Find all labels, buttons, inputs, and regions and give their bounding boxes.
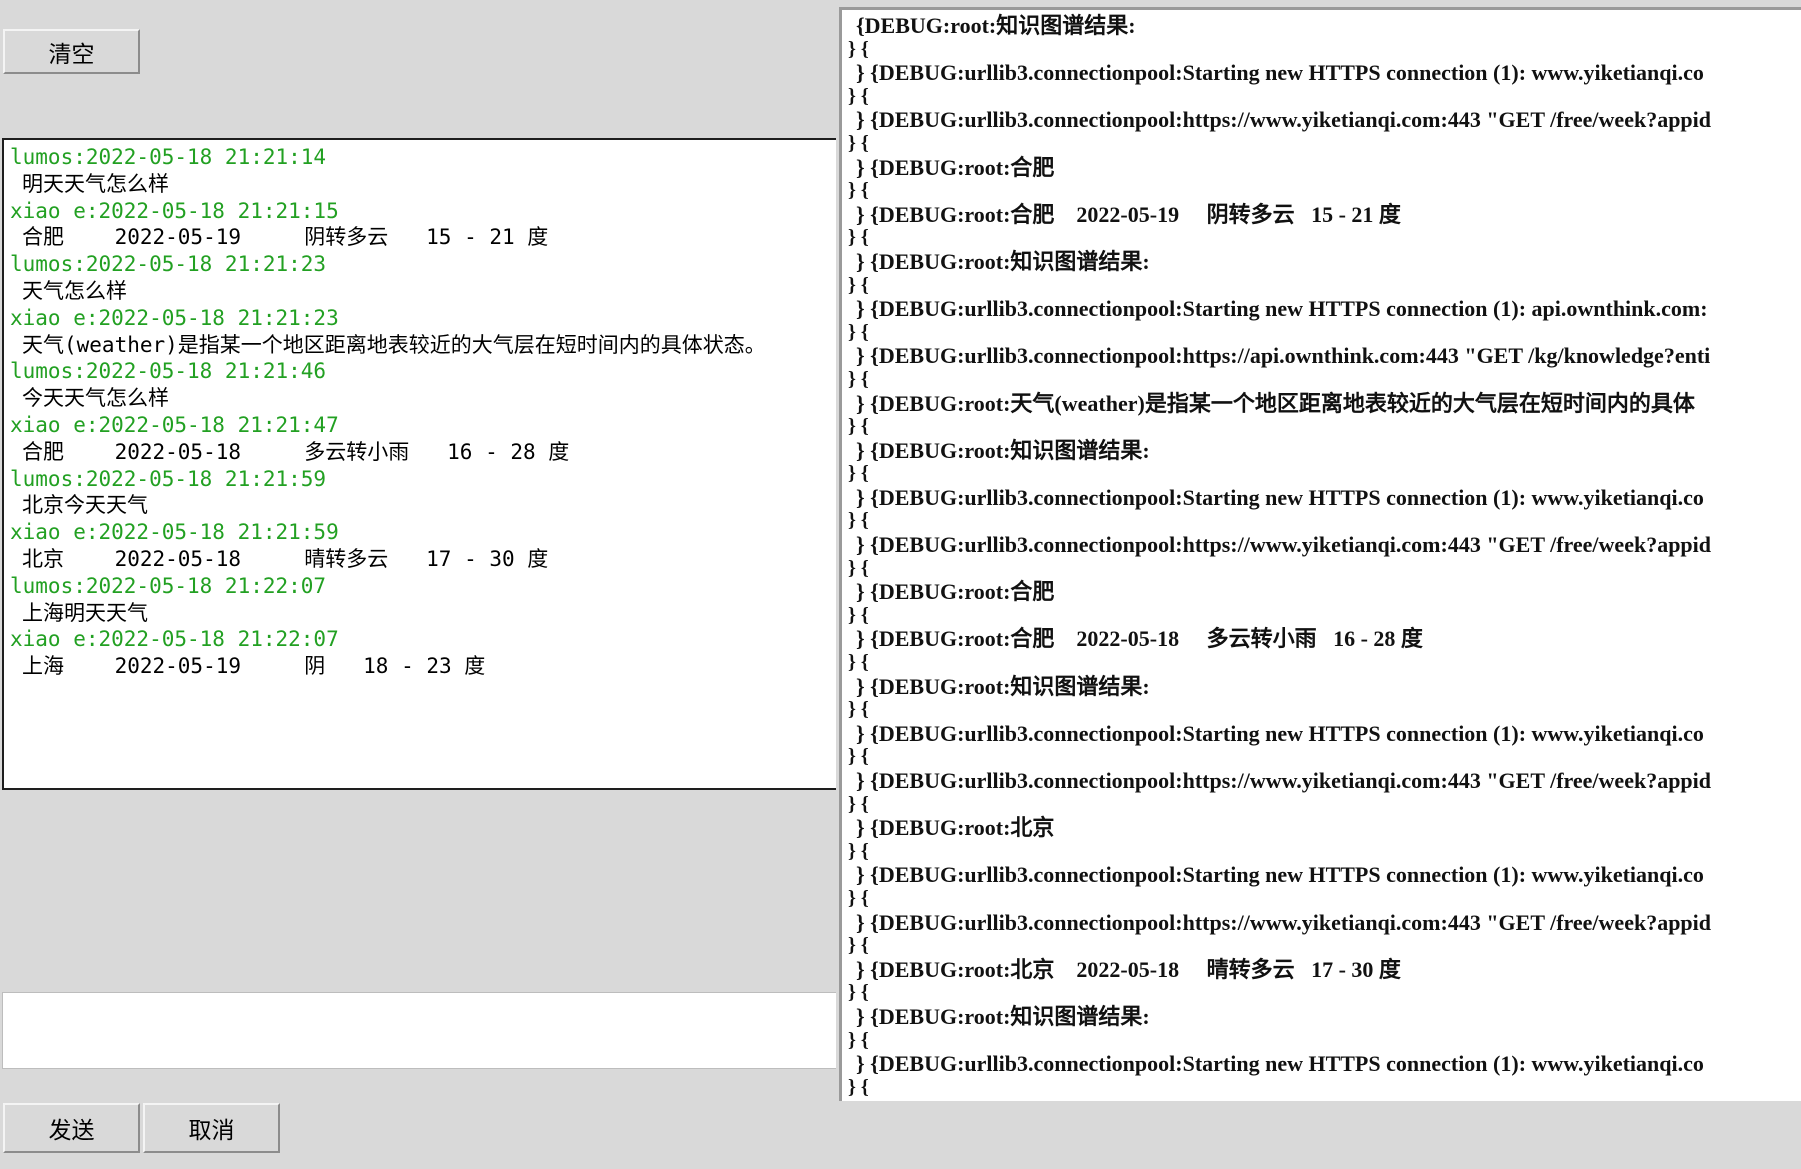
log-separator: } {: [848, 556, 869, 579]
log-line: } {DEBUG:root:合肥: [856, 154, 1055, 180]
log-separator: } {: [848, 839, 869, 862]
log-separator: } {: [848, 179, 869, 202]
chat-history[interactable]: lumos:2022-05-18 21:21:14 明天天气怎么样 xiao e:2…: [2, 138, 836, 790]
log-separator: } {: [848, 1028, 869, 1051]
log-separator: } {: [848, 1075, 869, 1098]
chat-message-body: 明天天气怎么样: [22, 171, 169, 196]
chat-message-header: lumos:2022-05-18 21:21:46: [10, 359, 327, 384]
log-line: } {DEBUG:urllib3.connectionpool:Starting…: [856, 296, 1708, 322]
chat-message-body: 北京 2022-05-18 晴转多云 17 - 30 度: [22, 546, 549, 571]
log-separator: } {: [848, 84, 869, 107]
chat-message-header: xiao e:2022-05-18 21:21:15: [10, 198, 339, 223]
log-separator: } {: [848, 886, 869, 909]
cancel-button[interactable]: 取消: [143, 1103, 280, 1153]
chat-message: xiao e:2022-05-18 21:21:23 天气(weather)是指某…: [10, 305, 836, 359]
log-line: } {DEBUG:urllib3.connectionpool:https://…: [856, 768, 1712, 793]
chat-message-header: lumos:2022-05-18 21:21:59: [10, 466, 327, 491]
log-line: } {DEBUG:root:知识图谱结果:: [856, 673, 1150, 699]
log-separator: } {: [848, 367, 869, 390]
log-line: } {DEBUG:root:北京 2022-05-18 晴转多云 17 - 30…: [856, 956, 1401, 982]
chat-message: lumos:2022-05-18 21:21:59 北京今天天气: [10, 466, 836, 520]
chat-message-header: xiao e:2022-05-18 21:22:07: [10, 627, 339, 652]
log-separator: } {: [848, 320, 869, 343]
chat-message: xiao e:2022-05-18 21:21:47 合肥 2022-05-18 …: [10, 412, 836, 466]
chat-message-body: 上海明天天气: [22, 600, 148, 625]
log-line: } {DEBUG:urllib3.connectionpool:Starting…: [856, 862, 1704, 888]
chat-message: xiao e:2022-05-18 21:21:59 北京 2022-05-18 …: [10, 519, 836, 573]
log-line: } {DEBUG:urllib3.connectionpool:https://…: [856, 532, 1712, 558]
chat-message-body: 天气怎么样: [22, 278, 127, 303]
log-separator: } {: [848, 603, 869, 626]
log-line: } {DEBUG:urllib3.connectionpool:https://…: [856, 343, 1711, 369]
chat-message: xiao e:2022-05-18 21:21:15 合肥 2022-05-19 …: [10, 198, 836, 252]
send-button[interactable]: 发送: [3, 1103, 140, 1153]
chat-message-header: xiao e:2022-05-18 21:21:59: [10, 520, 339, 545]
log-separator: } {: [848, 131, 869, 154]
log-separator: } {: [848, 509, 869, 532]
log-line: } {DEBUG:root:知识图谱结果:: [856, 437, 1150, 463]
log-line: } {DEBUG:root:合肥 2022-05-19 阴转多云 15 - 21…: [856, 201, 1401, 227]
debug-log-console[interactable]: {DEBUG:root:知识图谱结果:} {} {DEBUG:urllib3.c…: [839, 7, 1801, 1101]
log-separator: } {: [848, 698, 869, 721]
chat-message-body: 上海 2022-05-19 阴 18 - 23 度: [22, 654, 486, 679]
log-separator: } {: [848, 37, 869, 60]
log-line: } {DEBUG:urllib3.connectionpool:Starting…: [856, 1051, 1704, 1077]
chat-message-list: lumos:2022-05-18 21:21:14 明天天气怎么样 xiao e:2…: [10, 144, 836, 680]
log-separator: } {: [848, 226, 869, 249]
clear-button[interactable]: 清空: [3, 29, 140, 74]
log-line: } {DEBUG:urllib3.connectionpool:https://…: [856, 107, 1712, 133]
chat-message: lumos:2022-05-18 21:21:23 天气怎么样: [10, 251, 836, 305]
log-line: } {DEBUG:root:合肥 2022-05-18 多云转小雨 16 - 2…: [856, 626, 1423, 652]
chat-message-body: 北京今天天气: [22, 493, 148, 518]
log-line: } {DEBUG:root:合肥: [856, 579, 1055, 605]
chat-message: xiao e:2022-05-18 21:22:07 上海 2022-05-19 …: [10, 626, 836, 680]
chat-message-header: xiao e:2022-05-18 21:21:23: [10, 305, 339, 330]
log-separator: } {: [848, 934, 869, 957]
log-separator: } {: [848, 415, 869, 438]
chat-message-body: 合肥 2022-05-18 多云转小雨 16 - 28 度: [22, 439, 570, 464]
log-line: } {DEBUG:urllib3.connectionpool:Starting…: [856, 720, 1704, 746]
chat-message-body: 合肥 2022-05-19 阴转多云 15 - 21 度: [22, 225, 549, 250]
chat-message-body: 天气(weather)是指某一个地区距离地表较近的大气层在短时间内的具体状态。: [22, 332, 766, 357]
chat-message: lumos:2022-05-18 21:21:46 今天天气怎么样: [10, 358, 836, 412]
log-line: } {DEBUG:root:知识图谱结果:: [856, 248, 1150, 274]
chat-message: lumos:2022-05-18 21:21:14 明天天气怎么样: [10, 144, 836, 198]
log-line: {DEBUG:root:知识图谱结果:: [856, 13, 1136, 38]
log-separator: } {: [848, 981, 869, 1004]
log-separator: } {: [848, 462, 869, 485]
log-separator: } {: [848, 792, 869, 815]
debug-log-list: {DEBUG:root:知识图谱结果:} {} {DEBUG:urllib3.c…: [842, 10, 1801, 1099]
message-input[interactable]: [2, 992, 836, 1069]
log-line: } {DEBUG:urllib3.connectionpool:https://…: [856, 909, 1712, 935]
log-line: } {DEBUG:root:北京: [856, 815, 1055, 841]
log-line: } {DEBUG:root:知识图谱结果:: [856, 1003, 1150, 1029]
log-separator: } {: [848, 651, 869, 674]
chat-message-header: lumos:2022-05-18 21:21:14: [10, 145, 327, 169]
chat-message: lumos:2022-05-18 21:22:07 上海明天天气: [10, 573, 836, 627]
log-line: } {DEBUG:urllib3.connectionpool:Starting…: [856, 484, 1704, 510]
log-separator: } {: [848, 745, 869, 768]
chat-message-header: lumos:2022-05-18 21:22:07: [10, 573, 327, 598]
chat-message-header: xiao e:2022-05-18 21:21:47: [10, 412, 339, 437]
log-line: } {DEBUG:root:天气(weather)是指某一个地区距离地表较近的大…: [856, 390, 1695, 416]
log-line: } {DEBUG:urllib3.connectionpool:Starting…: [856, 60, 1704, 86]
log-separator: } {: [848, 273, 869, 296]
chat-message-header: lumos:2022-05-18 21:21:23: [10, 252, 327, 277]
chat-message-body: 今天天气怎么样: [22, 386, 169, 411]
